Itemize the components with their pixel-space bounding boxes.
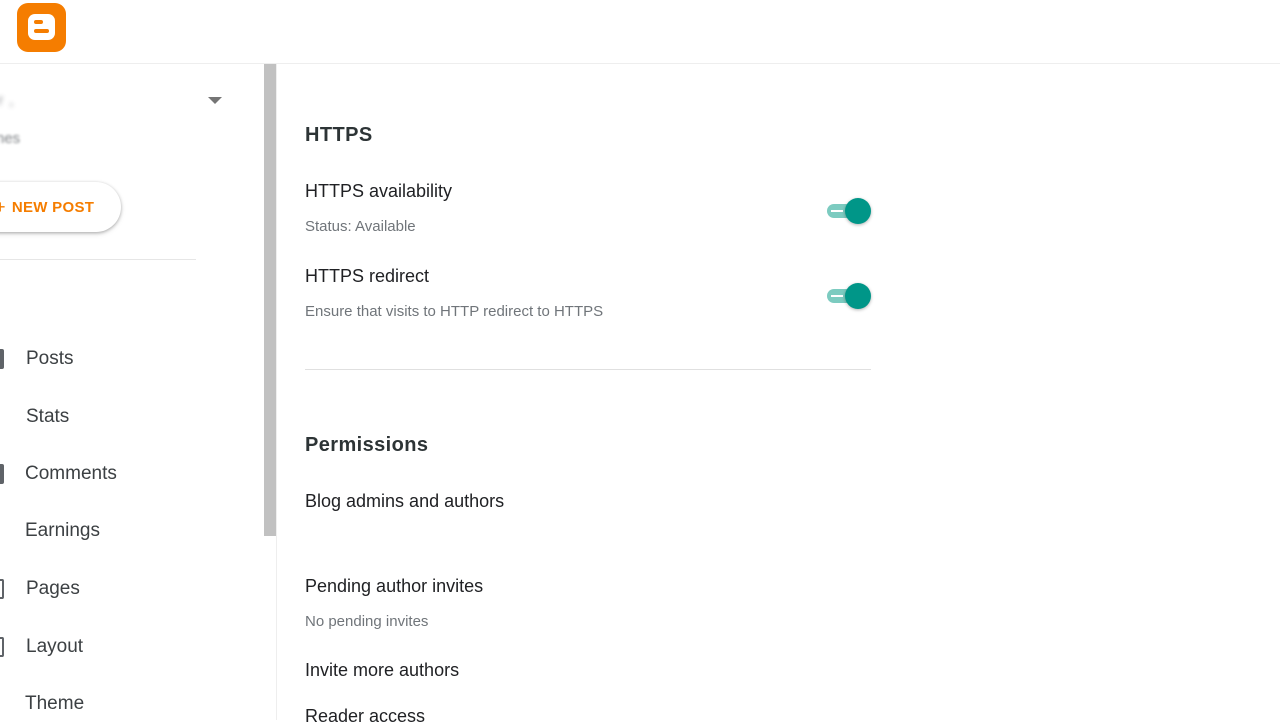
- https-redirect-description: Ensure that visits to HTTP redirect to H…: [305, 303, 604, 320]
- pending-invites-description: No pending invites: [305, 613, 429, 630]
- sidebar-item-comments[interactable]: Comments: [0, 454, 260, 494]
- https-redirect-title[interactable]: HTTPS redirect: [305, 266, 429, 287]
- top-app-bar: [0, 0, 1280, 64]
- posts-icon: [0, 349, 4, 369]
- sidebar-item-label: Comments: [25, 463, 117, 484]
- https-availability-status: Status: Available: [305, 218, 416, 235]
- sidebar: r , nes + NEW POST Posts Stats Comments …: [0, 64, 277, 720]
- sidebar-item-label: Theme: [25, 693, 85, 714]
- blog-selector[interactable]: r ,: [0, 92, 228, 114]
- sidebar-item-posts[interactable]: Posts: [0, 339, 260, 379]
- settings-panel: HTTPS HTTPS availability Status: Availab…: [278, 64, 1280, 726]
- blog-name: r ,: [0, 92, 15, 109]
- section-title-https: HTTPS: [305, 124, 373, 146]
- reader-access-title[interactable]: Reader access: [305, 706, 425, 727]
- comments-icon: [0, 464, 4, 484]
- sidebar-item-label: Earnings: [25, 520, 100, 541]
- invite-authors-title[interactable]: Invite more authors: [305, 660, 459, 681]
- toggle-thumb: [845, 283, 871, 309]
- sidebar-divider: [0, 259, 196, 260]
- section-title-permissions: Permissions: [305, 434, 429, 456]
- sidebar-item-earnings[interactable]: Earnings: [0, 511, 260, 551]
- pending-invites-title[interactable]: Pending author invites: [305, 576, 483, 597]
- https-redirect-toggle[interactable]: [825, 283, 871, 309]
- sidebar-item-label: Layout: [26, 636, 84, 657]
- plus-icon: +: [0, 197, 6, 218]
- https-availability-toggle[interactable]: [825, 198, 871, 224]
- sidebar-item-label: Posts: [26, 348, 74, 369]
- sidebar-item-stats[interactable]: Stats: [0, 397, 260, 437]
- blog-admins-title[interactable]: Blog admins and authors: [305, 491, 504, 512]
- blogger-logo-icon[interactable]: [17, 3, 66, 52]
- toggle-thumb: [845, 198, 871, 224]
- new-post-button[interactable]: + NEW POST: [0, 182, 121, 232]
- sidebar-scrollbar[interactable]: [264, 64, 276, 536]
- new-post-label: NEW POST: [11, 198, 95, 216]
- sidebar-item-layout[interactable]: Layout: [0, 627, 260, 667]
- sidebar-item-label: Pages: [26, 578, 80, 599]
- sidebar-item-label: Stats: [26, 406, 70, 427]
- https-availability-title[interactable]: HTTPS availability: [305, 181, 452, 202]
- chevron-down-icon[interactable]: [208, 97, 222, 104]
- sidebar-item-pages[interactable]: Pages: [0, 569, 260, 609]
- section-divider: [305, 369, 871, 370]
- layout-icon: [0, 637, 4, 657]
- sidebar-item-theme[interactable]: Theme: [0, 684, 260, 720]
- pages-icon: [0, 579, 4, 599]
- blog-subtitle: nes: [0, 130, 21, 147]
